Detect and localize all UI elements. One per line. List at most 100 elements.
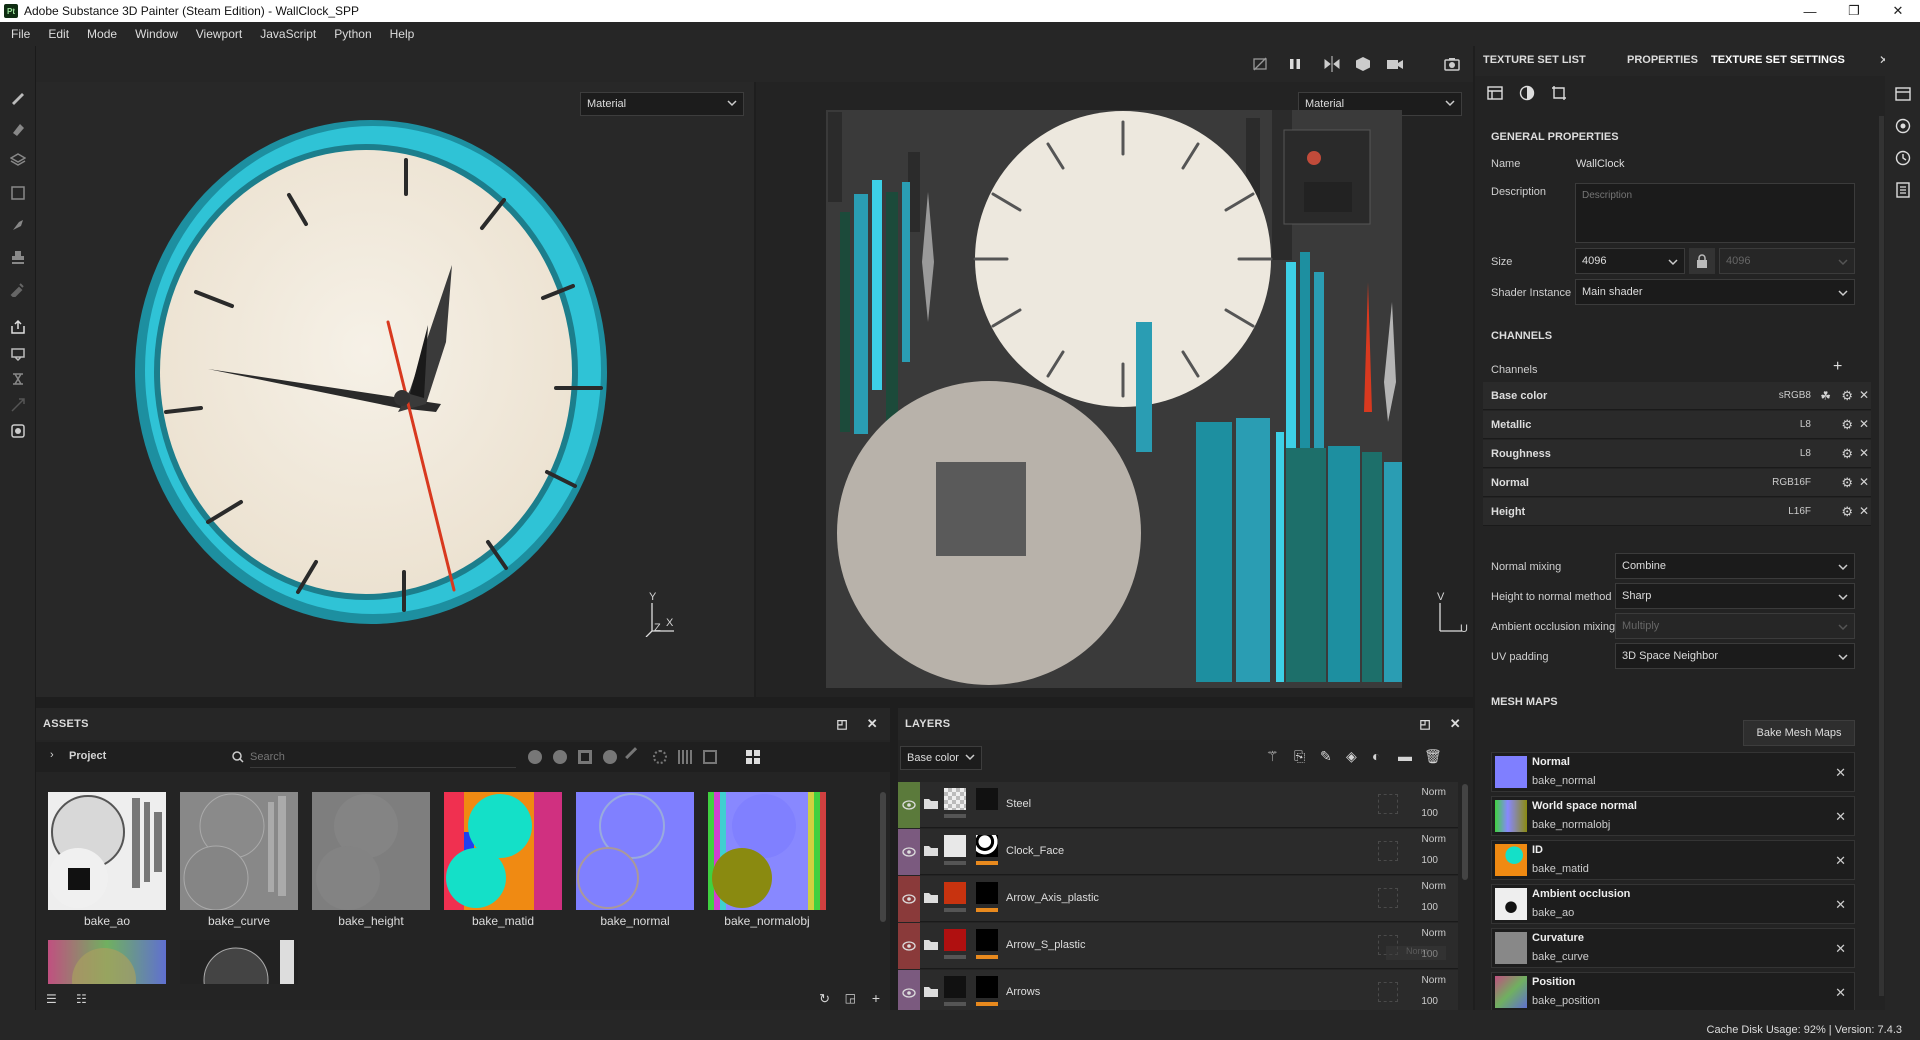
mesh-map-row[interactable]: Normal bake_normal ✕ — [1491, 752, 1855, 792]
channel-row[interactable]: Height L16F ⚙ ✕ — [1483, 498, 1871, 526]
mesh-map-row[interactable]: ID bake_matid ✕ — [1491, 840, 1855, 880]
project-label[interactable]: Project — [69, 750, 106, 762]
mesh-map-row[interactable]: Position bake_position ✕ — [1491, 972, 1855, 1012]
uv-view-icon[interactable] — [1551, 85, 1567, 101]
camera-icon[interactable] — [1386, 55, 1404, 73]
effects-icon[interactable]: ⎘ — [1294, 748, 1305, 765]
visibility-eye-icon[interactable] — [898, 876, 920, 922]
gear-icon[interactable]: ⚙ — [1841, 417, 1853, 433]
channel-row[interactable]: Roughness L8 ⚙ ✕ — [1483, 440, 1871, 468]
size-lock-button[interactable] — [1689, 248, 1715, 274]
maximize-panel-icon[interactable]: ◰ — [1419, 717, 1431, 731]
layers-scrollbar[interactable] — [1462, 784, 1468, 880]
close-icon[interactable]: ✕ — [1859, 417, 1869, 431]
channel-row[interactable]: Normal RGB16F ⚙ ✕ — [1483, 469, 1871, 497]
channel-format[interactable]: RGB16F — [1772, 477, 1811, 488]
right-panel-scrollbar[interactable] — [1879, 116, 1884, 996]
layer-row[interactable]: Arrows Norm 100 — [898, 970, 1458, 1010]
display-mode-icon[interactable] — [1354, 55, 1372, 73]
asset-thumb-bake-normalobj[interactable] — [708, 792, 826, 910]
color-profile-icon[interactable]: ☘ — [1820, 389, 1831, 403]
asset-thumb-bake-matid[interactable] — [444, 792, 562, 910]
textures-filter-icon[interactable] — [678, 750, 692, 764]
folder-icon[interactable]: ▬ — [1398, 748, 1412, 764]
bake-mesh-maps-button[interactable]: Bake Mesh Maps — [1743, 720, 1855, 746]
asset-thumb-bake-position[interactable] — [48, 940, 166, 984]
viewport-2d[interactable]: Material V U — [756, 82, 1473, 697]
export-icon[interactable] — [9, 318, 27, 336]
texture-set-icon[interactable] — [1895, 86, 1911, 102]
masks-filter-icon[interactable] — [578, 750, 592, 764]
color-picker-icon[interactable] — [9, 280, 27, 298]
layer-name[interactable]: Arrow_S_plastic — [1006, 939, 1085, 951]
layer-row[interactable]: Clock_Face Norm 100 — [898, 829, 1458, 875]
clone-icon[interactable] — [9, 248, 27, 266]
display-settings-icon[interactable] — [1895, 118, 1911, 134]
close-icon[interactable]: ✕ — [1835, 765, 1846, 781]
gear-icon[interactable]: ⚙ — [1841, 475, 1853, 491]
layer-opacity[interactable]: 100 — [1421, 902, 1438, 913]
channel-format[interactable]: L8 — [1800, 448, 1811, 459]
layer-name[interactable]: Steel — [1006, 798, 1031, 810]
environments-filter-icon[interactable] — [703, 750, 717, 764]
pause-icon[interactable] — [1286, 55, 1304, 73]
layer-blend-mode[interactable]: Norm — [1422, 834, 1446, 845]
layer-blend-mode[interactable]: Norm — [1422, 975, 1446, 986]
settings-view-icon[interactable] — [1487, 85, 1503, 101]
mesh-map-row[interactable]: World space normal bake_normalobj ✕ — [1491, 796, 1855, 836]
close-icon[interactable]: ✕ — [1859, 504, 1869, 518]
tab-texture-set-settings[interactable]: TEXTURE SET SETTINGS — [1711, 54, 1845, 66]
hide-uv-icon[interactable] — [1251, 55, 1269, 73]
close-icon[interactable]: ✕ — [1859, 475, 1869, 489]
layer-row[interactable]: Arrow_Axis_plastic Norm 100 — [898, 876, 1458, 922]
asset-thumb-bake-ao[interactable] — [48, 792, 166, 910]
description-field[interactable] — [1575, 183, 1855, 243]
delete-layer-icon[interactable]: 🗑 — [1424, 748, 1442, 765]
close-icon[interactable]: ✕ — [1859, 446, 1869, 460]
menu-mode[interactable]: Mode — [78, 27, 126, 41]
layer-channel-select[interactable]: Base color — [900, 746, 982, 770]
layer-name[interactable]: Clock_Face — [1006, 845, 1064, 857]
close-icon[interactable]: ✕ — [1835, 809, 1846, 825]
visibility-eye-icon[interactable] — [898, 970, 920, 1010]
viewport-3d[interactable]: Material Y Z X — [36, 82, 754, 697]
asset-thumb-bake-height[interactable] — [312, 792, 430, 910]
channel-row[interactable]: Base color sRGB8 ☘ ⚙ ✕ — [1483, 382, 1871, 410]
screenshot-icon[interactable] — [9, 422, 27, 440]
layer-blend-mode[interactable]: Norm — [1422, 928, 1446, 939]
gear-icon[interactable]: ⚙ — [1841, 388, 1853, 404]
maximize-panel-icon[interactable]: ◰ — [836, 717, 848, 731]
assets-scrollbar[interactable] — [880, 792, 886, 922]
brushes-filter-icon[interactable] — [625, 747, 645, 767]
menu-help[interactable]: Help — [381, 27, 424, 41]
layer-opacity[interactable]: 100 — [1421, 808, 1438, 819]
menu-viewport[interactable]: Viewport — [187, 27, 251, 41]
mesh-map-row[interactable]: Curvature bake_curve ✕ — [1491, 928, 1855, 968]
menu-python[interactable]: Python — [325, 27, 380, 41]
close-icon[interactable]: ✕ — [1859, 388, 1869, 402]
menu-edit[interactable]: Edit — [39, 27, 78, 41]
uv-padding-select[interactable]: 3D Space Neighbor — [1615, 643, 1855, 669]
split-view-icon[interactable] — [1323, 55, 1341, 73]
geometry-icon[interactable] — [9, 370, 27, 388]
mask-icon[interactable]: ◐ — [1372, 748, 1380, 764]
layer-blend-mode[interactable]: Norm — [1422, 881, 1446, 892]
bake-icon[interactable] — [9, 344, 27, 362]
shader-view-icon[interactable] — [1519, 85, 1535, 101]
layer-name[interactable]: Arrows — [1006, 986, 1040, 998]
gear-icon[interactable]: ⚙ — [1841, 504, 1853, 520]
close-icon[interactable]: ✕ — [1835, 853, 1846, 869]
visibility-eye-icon[interactable] — [898, 782, 920, 828]
layer-name[interactable]: Arrow_Axis_plastic — [1006, 892, 1099, 904]
chevron-right-icon[interactable]: › — [50, 749, 54, 761]
layer-blend-mode[interactable]: Norm — [1422, 787, 1446, 798]
generators-filter-icon[interactable] — [603, 750, 617, 764]
smart-materials-filter-icon[interactable] — [553, 750, 567, 764]
layer-opacity[interactable]: 100 — [1421, 996, 1438, 1007]
magic-wand-icon[interactable]: ⚚ — [1266, 748, 1279, 765]
new-window-icon[interactable]: ◲ — [845, 991, 856, 1005]
layer-row[interactable]: Arrow_S_plastic Norm 100 — [898, 923, 1458, 969]
layer-opacity[interactable]: 100 — [1421, 855, 1438, 866]
minimize-button[interactable]: — — [1788, 0, 1832, 22]
paint-layer-icon[interactable]: ✎ — [1320, 748, 1332, 765]
